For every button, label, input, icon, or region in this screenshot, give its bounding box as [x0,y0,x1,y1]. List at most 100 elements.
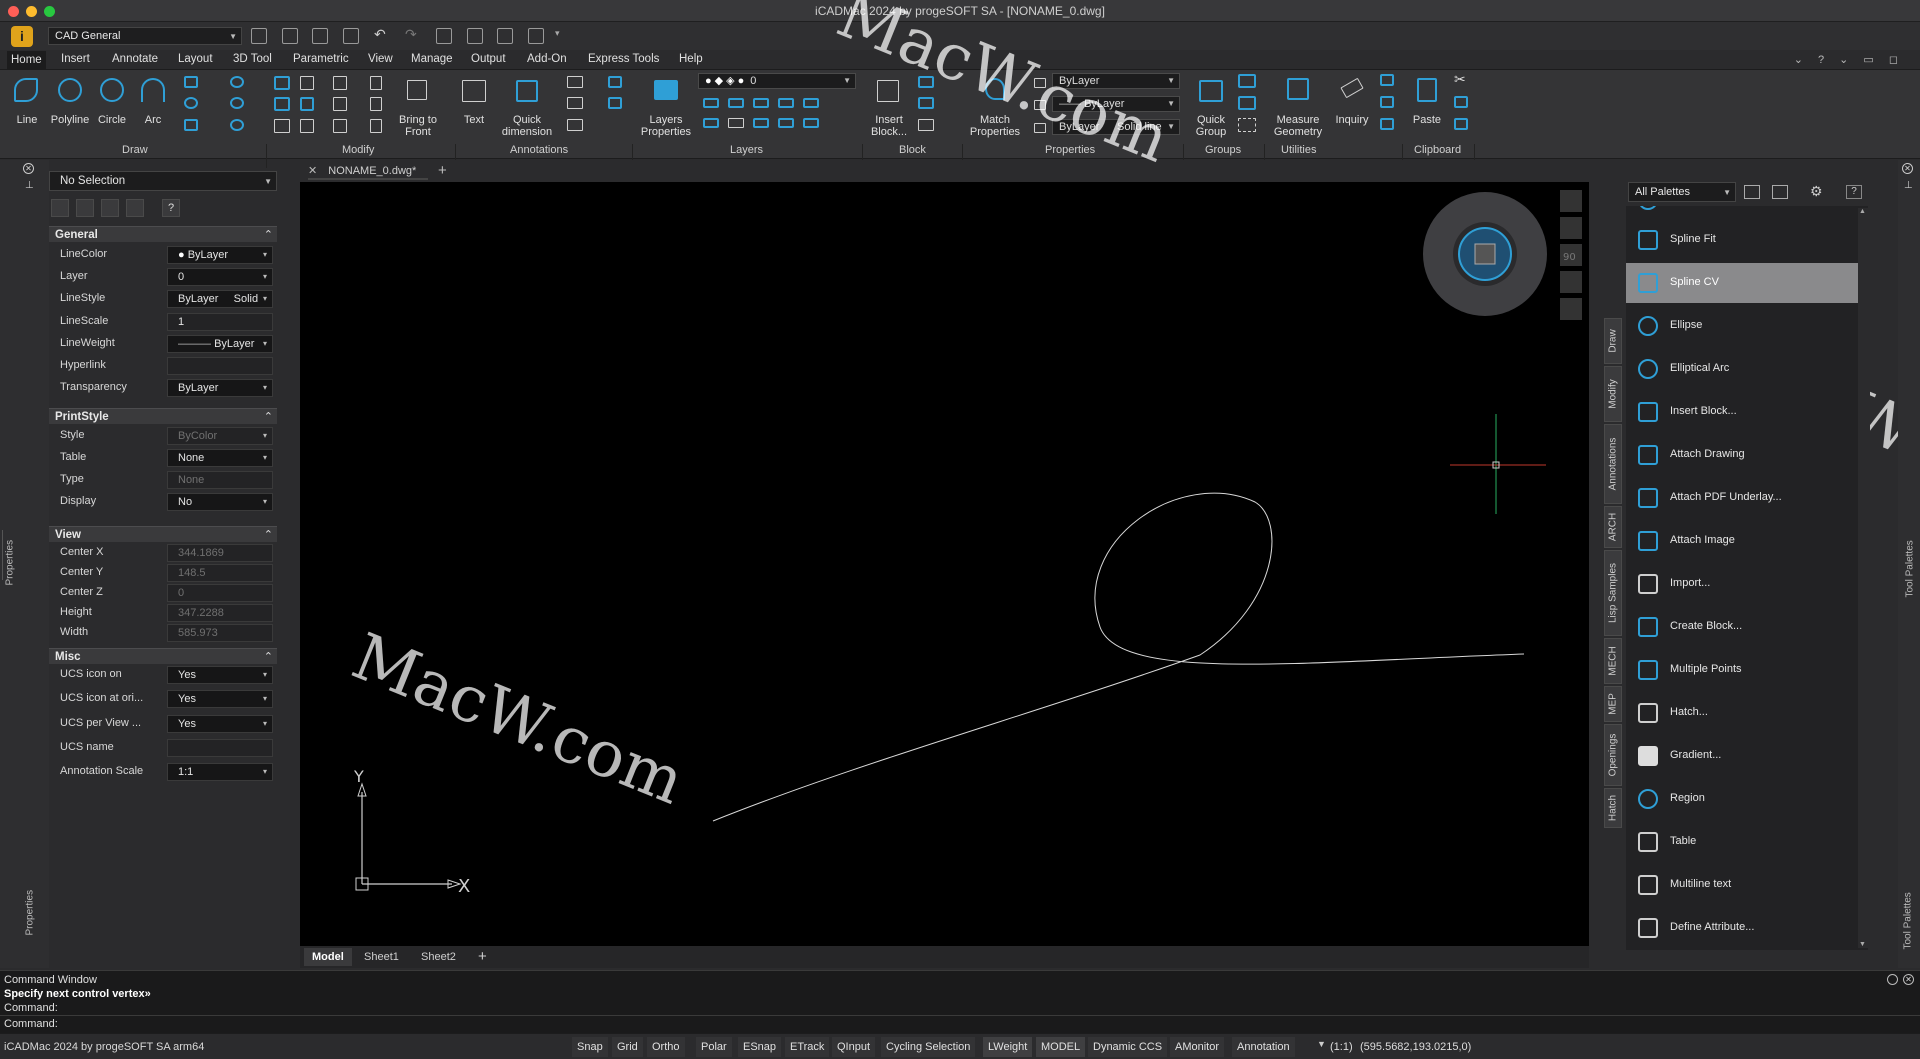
group-select-icon[interactable] [1238,118,1256,132]
layer-walk-icon[interactable] [728,118,744,128]
quick-dimension-icon[interactable] [516,80,538,102]
help-icon[interactable]: ? [162,199,180,217]
trim-icon[interactable] [333,76,347,90]
add-layout-button[interactable]: + [470,948,495,966]
property-value[interactable] [167,357,273,375]
leader-icon[interactable] [567,97,583,109]
palette-tab-mech[interactable]: MECH [1604,638,1622,684]
menu-manage[interactable]: Manage [411,53,453,65]
menu-annotate[interactable]: Annotate [112,53,158,65]
copy-icon[interactable] [274,97,290,111]
palette-item[interactable]: Hatch... [1626,693,1858,733]
palette-item[interactable]: Table [1626,822,1858,862]
text-style-icon[interactable] [608,76,622,88]
select-objects-icon[interactable] [51,199,69,217]
nav-button-icon[interactable] [1560,190,1582,212]
rectangle-icon[interactable] [184,76,198,88]
status-toggle-cycling-selection[interactable]: Cycling Selection [881,1037,976,1057]
palette-item[interactable]: Define Attribute... [1626,908,1858,948]
menu-parametric[interactable]: Parametric [293,53,349,65]
open-file-icon[interactable] [282,28,298,44]
hatch-icon[interactable] [184,119,198,131]
layer-unlock-icon[interactable] [803,118,819,128]
table-icon[interactable] [567,119,583,131]
fillet-icon[interactable] [370,119,382,133]
property-value[interactable]: Yes ▾ [167,666,273,684]
text-icon[interactable] [462,80,486,102]
layer-unisolate-icon[interactable] [753,118,769,128]
extend-icon[interactable] [333,97,347,111]
palette-item[interactable]: Import... [1626,564,1858,604]
palette-tab-lisp-samples[interactable]: Lisp Samples [1604,550,1622,636]
property-value[interactable]: ByLayer ▾ [167,379,273,398]
ribbon-controls[interactable]: ⌄ ? ⌄ ▭ ◻ [1794,53,1904,66]
linear-dimension-icon[interactable] [567,76,583,88]
line-button[interactable]: Line [12,114,42,126]
menu-express-tools[interactable]: Express Tools [588,53,659,65]
text-button[interactable]: Text [458,114,490,126]
tab-sheet1[interactable]: Sheet1 [356,948,407,966]
nav-button-icon[interactable] [1560,298,1582,320]
layer-lock-icon[interactable] [778,98,794,108]
status-toggle-amonitor[interactable]: AMonitor [1170,1037,1225,1057]
id-point-icon[interactable] [1380,118,1394,130]
palette-layout-icon[interactable] [1772,185,1788,199]
property-value[interactable]: 0 ▾ [167,268,273,287]
undo-icon[interactable]: ↶ [374,27,390,44]
erase-icon[interactable] [370,76,382,90]
tool-palettes-side-tab[interactable]: Tool Palettes [1905,518,1916,597]
palette-item[interactable]: Elliptical Arc [1626,349,1858,389]
pin-icon[interactable]: ⊥ [25,180,34,192]
layer-freeze-icon[interactable] [753,98,769,108]
palette-item[interactable] [1626,206,1858,220]
quick-group-icon[interactable] [1199,80,1223,102]
polyline-icon[interactable] [58,78,82,102]
status-toggle-qinput[interactable]: QInput [832,1037,876,1057]
redo-icon[interactable]: ↷ [405,27,421,44]
viewcube-wheel[interactable] [1423,192,1547,316]
palette-view-icon[interactable] [1744,185,1760,199]
offset-icon[interactable] [370,97,382,111]
property-value[interactable]: None ▾ [167,449,273,467]
help-icon[interactable]: ? [1846,185,1862,199]
rotate-icon[interactable] [300,76,314,90]
menu-layout[interactable]: Layout [178,53,213,65]
close-panel-icon[interactable]: ✕ [23,163,34,174]
array-icon[interactable] [333,119,347,133]
print-icon[interactable] [343,28,359,44]
close-icon[interactable]: ✕ [1903,974,1914,985]
command-options-icon[interactable] [1887,974,1898,985]
layer-off-icon[interactable] [703,98,719,108]
layout-icon[interactable] [467,28,483,44]
status-toggle-snap[interactable]: Snap [572,1037,608,1057]
collapse-chevron-icon[interactable]: ⌃ [264,227,273,243]
palette-item[interactable]: Create Block... [1626,607,1858,647]
tab-sheet2[interactable]: Sheet2 [413,948,464,966]
palette-scrollbar[interactable]: ▲ ▼ [1858,208,1868,948]
circle-button[interactable]: Circle [94,114,130,126]
palette-item[interactable]: Multiline text [1626,865,1858,905]
close-panel-icon[interactable]: ✕ [1902,163,1913,174]
status-toggle-etrack[interactable]: ETrack [785,1037,830,1057]
filter-icon[interactable] [126,199,144,217]
point-icon[interactable] [230,119,244,131]
spline-icon[interactable] [230,97,244,109]
polygon-icon[interactable] [184,97,198,109]
measure-geometry-icon[interactable] [1287,78,1309,100]
palette-tab-annotations[interactable]: Annotations [1604,424,1622,504]
ungroup-icon[interactable] [1238,96,1256,110]
nav-button-icon[interactable] [1560,217,1582,239]
status-toggle-annotation[interactable]: Annotation [1232,1037,1295,1057]
layer-previous-icon[interactable] [703,118,719,128]
quick-dimension-button[interactable]: Quick dimension [496,114,558,138]
quick-group-button[interactable]: Quick Group [1189,114,1233,138]
properties-side-tab-bottom[interactable]: Properties [25,876,36,936]
publish-icon[interactable] [497,28,513,44]
status-toggle-esnap[interactable]: ESnap [738,1037,782,1057]
property-value[interactable]: 1:1 ▾ [167,763,273,782]
move-icon[interactable] [274,76,290,90]
palette-item[interactable]: Gradient... [1626,736,1858,776]
layers-properties-button[interactable]: Layers Properties [638,114,694,138]
menu-add-on[interactable]: Add-On [527,53,567,65]
menu-view[interactable]: View [368,53,393,65]
